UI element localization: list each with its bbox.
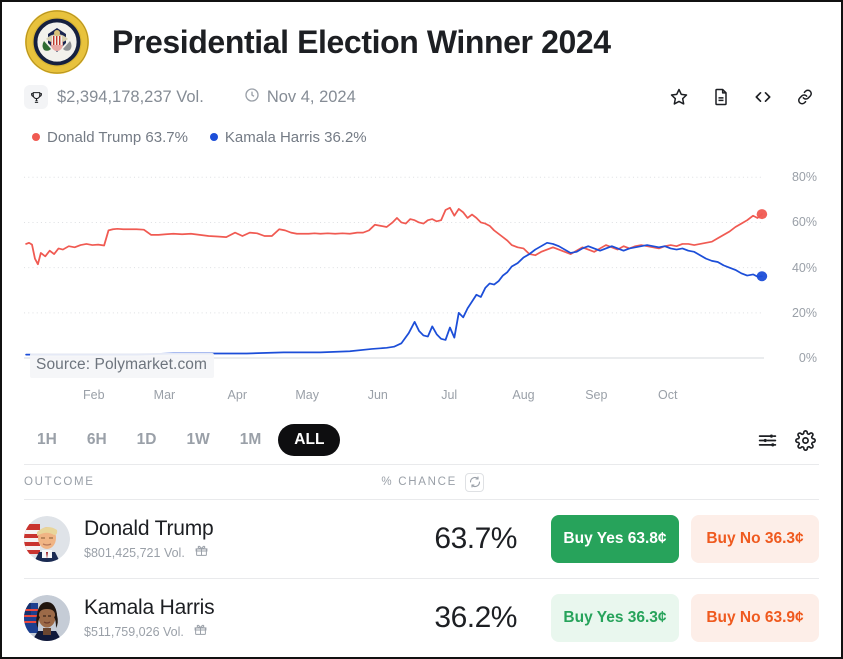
y-axis-label: 60%	[791, 215, 817, 230]
y-axis-label: 40%	[791, 260, 817, 275]
presidential-seal-icon	[24, 9, 90, 75]
buy-yes-button[interactable]: Buy Yes 63.8¢	[551, 515, 679, 563]
outcome-volume: $511,759,026 Vol.	[84, 624, 184, 639]
x-axis-label: May	[295, 388, 319, 402]
time-range-6h[interactable]: 6H	[74, 424, 120, 456]
link-icon[interactable]	[795, 87, 815, 107]
chart-legend: Donald Trump 63.7% Kamala Harris 36.2%	[24, 122, 819, 152]
time-range-1d[interactable]: 1D	[124, 424, 170, 456]
x-axis-label: Jul	[441, 388, 458, 402]
kamala-harris-avatar	[24, 595, 70, 641]
legend-dot-trump	[32, 133, 40, 141]
outcome-row[interactable]: Donald Trump $801,425,721 Vol. 63.7% Buy Ye…	[24, 500, 819, 578]
gear-icon[interactable]	[795, 430, 816, 451]
outcome-name: Donald Trump	[84, 516, 214, 540]
column-header-chance: % CHANCE	[381, 476, 457, 488]
market-page: Presidential Election Winner 2024 $2,394…	[0, 0, 843, 659]
x-axis-label: Mar	[153, 388, 176, 402]
x-axis-label: Oct	[657, 388, 678, 402]
refresh-icon[interactable]	[465, 472, 484, 492]
star-icon[interactable]	[669, 87, 689, 107]
clock-icon	[244, 87, 260, 108]
time-range-group: 1H 6H 1D 1W 1M ALL	[24, 424, 341, 456]
x-axis-label: Aug	[512, 388, 535, 402]
legend-item-harris[interactable]: Kamala Harris 36.2%	[209, 128, 367, 146]
market-volume: $2,394,178,237 Vol.	[57, 87, 204, 106]
legend-label-harris: Kamala Harris 36.2%	[224, 128, 367, 146]
buy-yes-button[interactable]: Buy Yes 36.3¢	[551, 594, 679, 642]
market-meta-row: $2,394,178,237 Vol. Nov 4, 2024	[24, 78, 819, 116]
legend-label-trump: Donald Trump 63.7%	[47, 128, 188, 146]
outcome-name: Kamala Harris	[84, 595, 215, 619]
y-axis-label: 0%	[798, 351, 817, 365]
chart-watermark: Source: Polymarket.com	[30, 353, 215, 378]
outcome-row[interactable]: Kamala Harris $511,759,026 Vol. 36.2% Buy Y…	[24, 579, 819, 657]
outcome-volume: $801,425,721 Vol.	[84, 545, 185, 560]
price-chart[interactable]: 0% 20% 40% 60% 80% Source: Polymarket.com	[24, 158, 819, 386]
document-icon[interactable]	[711, 87, 731, 107]
sliders-icon[interactable]	[757, 430, 777, 450]
column-header-outcome: OUTCOME	[24, 476, 95, 488]
outcomes-table-header: OUTCOME % CHANCE	[24, 465, 819, 499]
time-range-1h[interactable]: 1H	[24, 424, 70, 456]
outcome-chance: 36.2%	[434, 601, 517, 634]
x-axis-label: Apr	[227, 388, 248, 402]
chart-toolbar: 1H 6H 1D 1W 1M ALL	[24, 416, 819, 464]
code-icon[interactable]	[753, 87, 773, 107]
gift-icon[interactable]	[194, 623, 207, 641]
legend-dot-harris	[209, 133, 218, 141]
outcome-chance: 63.7%	[434, 522, 517, 555]
time-range-all[interactable]: ALL	[278, 424, 341, 456]
chart-y-axis: 0% 20% 40% 60% 80%	[773, 158, 819, 386]
time-range-1w[interactable]: 1W	[173, 424, 222, 456]
x-axis-label: Jun	[367, 388, 388, 402]
chart-canvas	[24, 176, 768, 359]
legend-item-trump[interactable]: Donald Trump 63.7%	[32, 129, 188, 146]
trophy-icon	[24, 85, 48, 109]
time-range-1m[interactable]: 1M	[227, 424, 275, 456]
y-axis-label: 20%	[791, 305, 817, 320]
x-axis-label: Sep	[585, 388, 608, 402]
buy-no-button[interactable]: Buy No 36.3¢	[691, 515, 819, 563]
y-axis-label: 80%	[791, 170, 817, 185]
page-title: Presidential Election Winner 2024	[112, 23, 611, 60]
chart-x-axis: Feb Mar Apr May Jun Jul Aug Sep Oct	[24, 388, 819, 410]
market-end-date: Nov 4, 2024	[266, 87, 356, 106]
donald-trump-avatar	[24, 516, 70, 562]
gift-icon[interactable]	[195, 544, 208, 562]
outcomes-list: Donald Trump $801,425,721 Vol. 63.7% Buy Ye…	[24, 500, 819, 657]
buy-no-button[interactable]: Buy No 63.9¢	[691, 594, 819, 642]
x-axis-label: Feb	[83, 388, 105, 402]
page-header: Presidential Election Winner 2024	[24, 2, 819, 74]
